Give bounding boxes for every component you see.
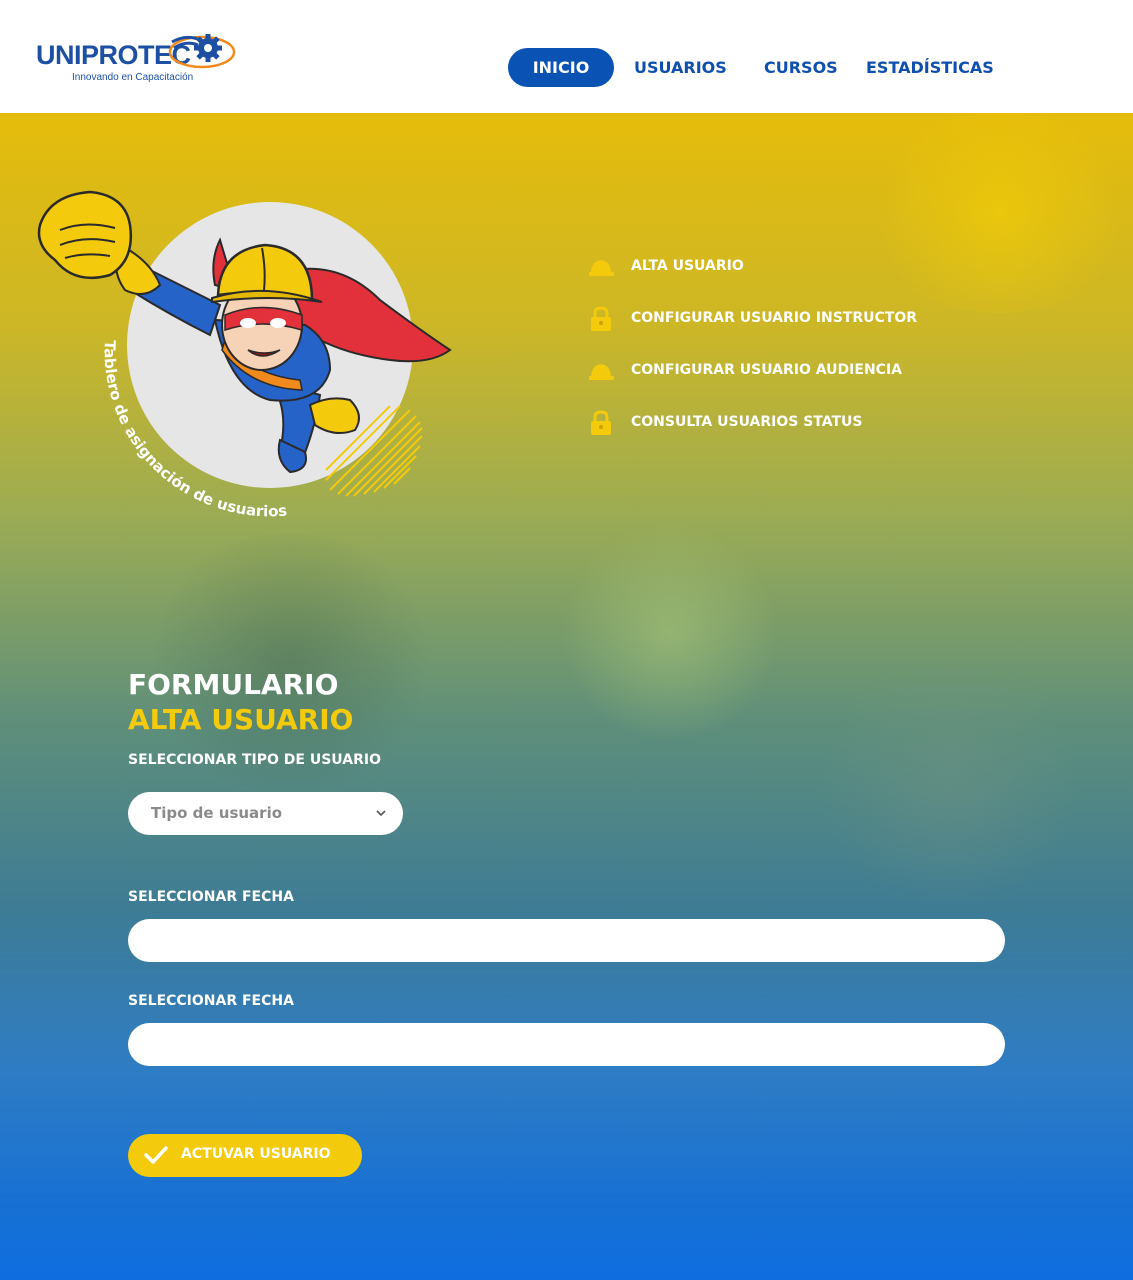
- date-field-1[interactable]: [128, 919, 1005, 962]
- nav-estadisticas[interactable]: ESTADÍSTICAS: [866, 48, 994, 87]
- chevron-down-icon: [376, 810, 386, 817]
- date-label-1: SELECCIONAR FECHA: [128, 889, 294, 905]
- lock-icon: [591, 306, 611, 331]
- activate-user-label: ACTUVAR USUARIO: [181, 1146, 331, 1162]
- hard-hat-icon: [589, 260, 614, 276]
- date-label-2: SELECCIONAR FECHA: [128, 993, 294, 1009]
- user-type-placeholder: Tipo de usuario: [151, 804, 283, 822]
- hero-illustration: Tablero de asignación de usuarios: [30, 190, 470, 530]
- date-field-2[interactable]: [128, 1023, 1005, 1066]
- uniprotec-logo[interactable]: UNIPROTEC Innovando en Capacitación: [36, 28, 236, 88]
- activate-user-button[interactable]: ACTUVAR USUARIO: [128, 1134, 362, 1177]
- hard-hat-icon: [589, 364, 614, 380]
- top-header: UNIPROTEC Innovando en Capacitación INIC…: [0, 0, 1133, 113]
- superhero-illustration: Tablero de asignación de usuarios: [37, 190, 452, 520]
- nav-inicio[interactable]: INICIO: [508, 48, 614, 87]
- check-icon: [144, 1146, 168, 1164]
- gear-swoosh-icon: [168, 34, 236, 69]
- lock-icon: [591, 410, 611, 435]
- nav-cursos[interactable]: CURSOS: [764, 48, 838, 87]
- form-subtitle: ALTA USUARIO: [128, 703, 354, 736]
- nav-usuarios[interactable]: USUARIOS: [634, 48, 727, 87]
- form-title: FORMULARIO: [128, 668, 339, 701]
- user-type-label: SELECCIONAR TIPO DE USUARIO: [128, 752, 381, 768]
- user-type-select[interactable]: Tipo de usuario: [128, 792, 403, 835]
- logo-tagline: Innovando en Capacitación: [72, 72, 194, 83]
